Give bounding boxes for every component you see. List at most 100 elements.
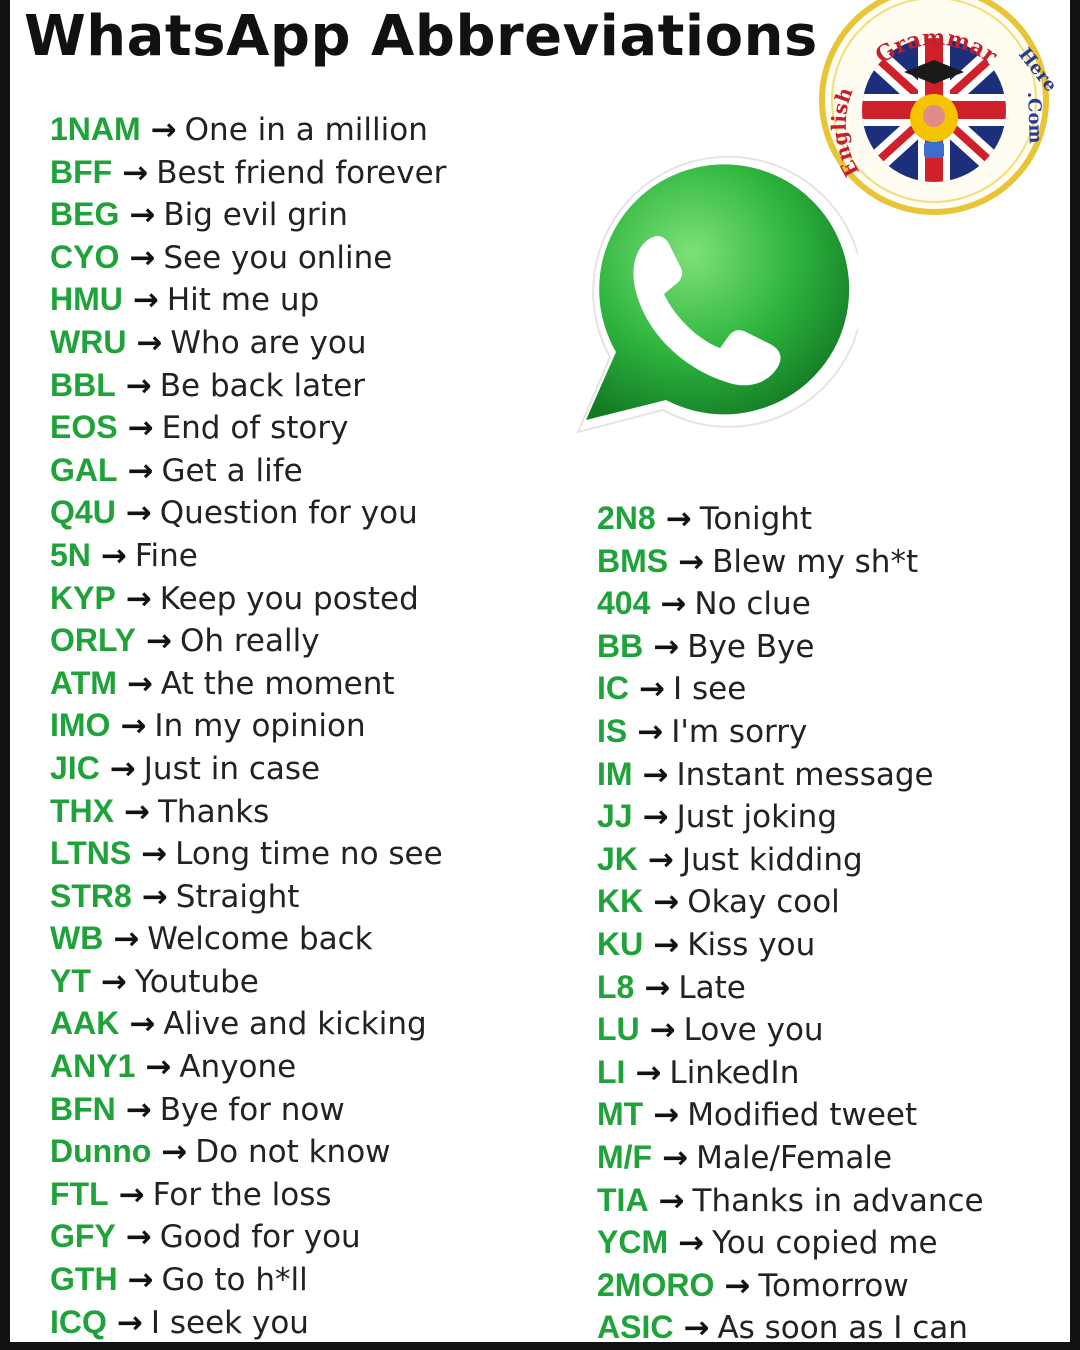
meaning: Go to h*ll [161,1262,308,1299]
abbreviation-row: BMS → Blew my sh*t [597,540,984,583]
abbreviation: M/F [597,1138,653,1175]
abbreviation-row: BBL → Be back later [50,364,446,407]
abbreviation: IM [597,755,633,792]
abbreviation-row: HMU → Hit me up [50,278,446,321]
abbreviation-row: AAK → Alive and kicking [50,1002,446,1045]
abbreviation: 404 [597,585,651,622]
meaning: Love you [683,1012,824,1049]
meaning: At the moment [160,665,395,702]
right-arrow-icon: → [161,1134,188,1171]
meaning: Anyone [179,1049,297,1086]
meaning: Long time no see [175,836,443,873]
meaning: No clue [694,586,811,623]
abbreviation-row: IMO → In my opinion [50,704,446,747]
right-arrow-icon: → [100,963,127,1000]
abbreviation-row: FTL → For the loss [50,1173,446,1216]
abbreviation-row: JK → Just kidding [597,838,984,881]
abbreviation-row: ASIC → As soon as I can [597,1306,984,1349]
meaning: Hit me up [166,282,320,319]
right-arrow-icon: → [660,586,687,623]
meaning: Just in case [143,750,321,787]
abbreviation: BEG [50,196,120,233]
meaning: Blew my sh*t [712,543,919,580]
right-arrow-icon: → [100,537,127,574]
meaning: Instant message [676,756,934,793]
abbreviation-row: WB → Welcome back [50,917,446,960]
meaning: Best friend forever [156,154,447,191]
abbreviation: Dunno [50,1133,152,1170]
right-arrow-icon: → [118,1176,145,1213]
abbreviation-row: KU → Kiss you [597,923,984,966]
right-arrow-icon: → [136,324,163,361]
abbreviation: BB [597,627,644,664]
right-arrow-icon: → [724,1267,751,1304]
abbreviation: EOS [50,409,118,446]
right-arrow-icon: → [658,1182,685,1219]
meaning: Male/Female [696,1139,893,1176]
abbreviation: LI [597,1053,626,1090]
abbreviation-row: GAL → Get a life [50,449,446,492]
meaning: Just kidding [681,841,863,878]
abbreviation-row: BFF → Best friend forever [50,151,446,194]
meaning: See you online [163,239,393,276]
abbreviation-row: JIC → Just in case [50,747,446,790]
abbreviation-row: LU → Love you [597,1008,984,1051]
abbreviation: 5N [50,536,91,573]
right-arrow-icon: → [122,154,149,191]
meaning: You copied me [712,1225,938,1262]
abbreviation: 2N8 [597,500,656,536]
right-arrow-icon: → [141,836,168,873]
right-arrow-icon: → [125,1091,152,1128]
right-arrow-icon: → [129,239,156,276]
right-arrow-icon: → [141,878,168,915]
abbreviation: JK [597,840,638,877]
right-arrow-icon: → [124,793,150,830]
right-arrow-icon: → [653,628,680,665]
meaning: Thanks in advance [692,1182,984,1219]
meaning: Question for you [159,495,418,532]
abbreviation-row: 5N → Fine [50,534,446,577]
right-arrow-icon: → [129,197,156,234]
abbreviation: WRU [50,323,127,360]
meaning: Okay cool [687,884,840,921]
meaning: Oh really [179,623,320,660]
abbreviation: Q4U [50,494,116,531]
meaning: Modified tweet [687,1097,918,1134]
abbreviation-row: Q4U → Question for you [50,491,446,534]
abbreviation: THX [50,792,114,829]
meaning: I seek you [150,1304,309,1341]
abbreviation: GAL [50,451,118,488]
meaning: Welcome back [147,921,373,958]
meaning: LinkedIn [669,1054,800,1091]
abbreviation-row: 2MORO → Tomorrow [597,1264,984,1307]
abbreviation-row: L8 → Late [597,966,984,1009]
right-arrow-icon: → [127,410,154,447]
meaning: Kiss you [687,926,816,963]
right-arrow-icon: → [639,671,665,708]
abbreviation-row: THX → Thanks [50,790,446,833]
abbreviation: FTL [50,1175,109,1212]
abbreviation-row: KYP → Keep you posted [50,577,446,620]
abbreviation: MT [597,1096,644,1133]
abbreviation: YCM [597,1224,669,1261]
right-arrow-icon: → [642,756,669,793]
meaning: Bye Bye [687,628,815,665]
abbreviation: ANY1 [50,1048,136,1085]
abbreviation: KK [597,883,644,920]
right-arrow-icon: → [665,501,692,537]
abbreviation: TIA [597,1181,649,1218]
right-arrow-icon: → [129,1006,156,1043]
abbreviation-row: M/F → Male/Female [597,1136,984,1179]
abbreviation-row: IS → I'm sorry [597,710,984,753]
meaning: Do not know [195,1134,391,1171]
badge-suffix-text: .Com [1023,91,1046,143]
abbreviation-row: GFY → Good for you [50,1215,446,1258]
right-arrow-icon: → [653,884,680,921]
right-arrow-icon: → [644,969,671,1006]
abbreviation: LU [597,1011,640,1048]
abbreviation: BFF [50,153,113,190]
abbreviation: HMU [50,281,123,318]
abbreviation: ORLY [50,622,136,659]
abbreviation: IS [597,712,628,749]
right-arrow-icon: → [683,1310,710,1347]
